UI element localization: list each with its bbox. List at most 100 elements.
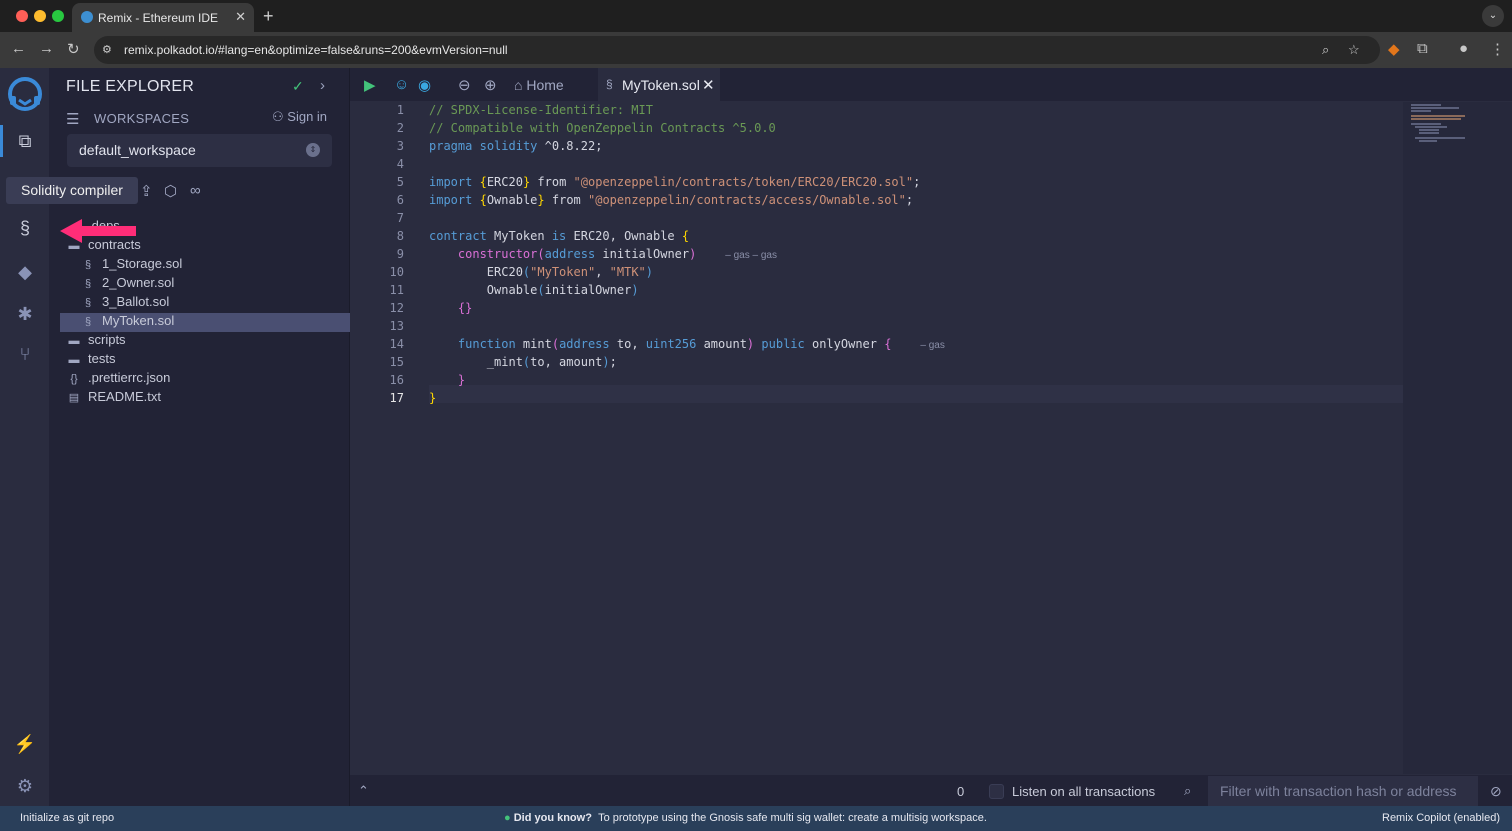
package-icon[interactable]: ⬡ xyxy=(164,182,177,200)
code-line: import {ERC20} from "@openzeppelin/contr… xyxy=(429,175,921,189)
status-bar: Initialize as git repo ● Did you know? T… xyxy=(0,806,1512,831)
code-minimap[interactable] xyxy=(1403,102,1512,774)
minimap-line xyxy=(1411,123,1441,125)
chevron-right-icon[interactable]: › xyxy=(320,77,325,94)
browser-menu-icon[interactable]: ⋮ xyxy=(1490,40,1505,58)
file-tree-item[interactable]: § MyToken.sol xyxy=(60,313,350,332)
close-window-button[interactable] xyxy=(16,10,28,22)
gas-estimate-hint: – gas – gas xyxy=(725,250,777,261)
solidity-file-icon: § xyxy=(84,316,92,328)
maximize-window-button[interactable] xyxy=(52,10,64,22)
sign-in-button[interactable]: ⚇ Sign in xyxy=(272,109,327,125)
deploy-run-icon[interactable]: ◆ xyxy=(13,260,37,284)
close-tab-icon[interactable]: ✕ xyxy=(235,9,246,25)
file-tree-item-label: tests xyxy=(88,351,116,366)
line-number: 13 xyxy=(389,319,404,333)
line-number: 2 xyxy=(396,121,404,135)
code-line: Ownable(initialOwner) xyxy=(429,283,639,297)
minimize-window-button[interactable] xyxy=(34,10,46,22)
clear-terminal-icon[interactable]: ⊘ xyxy=(1490,783,1502,800)
code-line: constructor(address initialOwner) – gas … xyxy=(457,247,777,261)
new-tab-button[interactable]: + xyxy=(263,6,274,27)
browser-tab[interactable]: Remix - Ethereum IDE ✕ xyxy=(72,3,254,32)
code-line: } xyxy=(429,391,437,405)
file-tree-item[interactable]: {} .prettierrc.json xyxy=(60,370,350,389)
workspace-value: default_workspace xyxy=(79,142,196,158)
home-icon: ⌂ xyxy=(514,77,527,93)
code-line: _mint(to, amount); xyxy=(429,355,617,369)
file-tree-item-label: README.txt xyxy=(88,389,161,404)
solidity-file-icon: § xyxy=(84,297,92,309)
file-tree-item-label: 1_Storage.sol xyxy=(102,256,183,271)
address-bar[interactable]: ⚙ remix.polkadot.io/#lang=en&optimize=fa… xyxy=(94,36,1380,64)
file-tree-item[interactable]: § 3_Ballot.sol xyxy=(60,294,350,313)
ai-assistant-robot-icon[interactable]: ☺ xyxy=(394,76,409,93)
tooltip: Solidity compiler xyxy=(6,177,138,204)
file-explorer-icon[interactable]: ⧉ xyxy=(13,129,37,153)
tab-mytoken-sol[interactable]: § MyToken.sol ✕ xyxy=(598,68,720,102)
metamask-extension-icon[interactable]: ◆ xyxy=(1388,40,1400,58)
git-icon[interactable]: ⑂ xyxy=(13,342,37,366)
minimap-line xyxy=(1415,126,1447,128)
minimap-line xyxy=(1411,107,1459,109)
expand-terminal-icon[interactable]: ⌃ xyxy=(358,783,369,799)
line-number: 16 xyxy=(389,373,404,387)
pending-tx-count: 0 xyxy=(957,784,965,799)
file-tree-item[interactable]: § 2_Owner.sol xyxy=(60,275,350,294)
file-tree-item[interactable]: § 1_Storage.sol xyxy=(60,256,350,275)
bookmark-star-icon[interactable]: ☆ xyxy=(1348,42,1360,58)
workspace-select[interactable]: default_workspace ⇕ xyxy=(67,134,332,167)
hamburger-menu-icon[interactable]: ☰ xyxy=(66,110,79,128)
zoom-out-icon[interactable]: ⊖ xyxy=(458,76,471,94)
code-line: ERC20("MyToken", "MTK") xyxy=(429,265,653,279)
listen-all-checkbox[interactable] xyxy=(989,784,1004,799)
solidity-compiler-icon[interactable]: § xyxy=(13,216,37,240)
line-number: 12 xyxy=(389,301,404,315)
tab-search-icon[interactable]: ⌄ xyxy=(1482,5,1504,27)
code-line: {} xyxy=(457,301,473,315)
workspaces-label: WORKSPACES xyxy=(94,111,190,126)
solidity-file-icon: § xyxy=(606,77,613,91)
profile-icon[interactable]: ● xyxy=(1459,40,1468,57)
remix-logo-icon[interactable] xyxy=(5,74,45,114)
debugger-icon[interactable]: ✱ xyxy=(13,302,37,326)
upload-folder-icon[interactable]: ⇪ xyxy=(140,182,153,200)
json-file-icon: {} xyxy=(70,373,78,385)
remix-favicon-icon xyxy=(81,11,93,23)
tab-home[interactable]: ⌂ Home xyxy=(514,77,564,93)
minimap-line xyxy=(1411,118,1461,120)
code-editor[interactable]: 1 2 3 4 5 6 7 8 9 10 11 12 13 14 15 16 17 // SPDX-Licens… xyxy=(350,102,1512,774)
solidity-file-icon: § xyxy=(84,278,92,290)
forward-icon[interactable]: → xyxy=(39,40,54,57)
line-number: 11 xyxy=(389,283,404,297)
link-icon[interactable]: ∞ xyxy=(190,182,201,199)
reload-icon[interactable]: ↻ xyxy=(67,40,80,58)
transaction-filter-input[interactable] xyxy=(1208,776,1478,806)
code-line: // SPDX-License-Identifier: MIT xyxy=(429,103,653,117)
back-icon[interactable]: ← xyxy=(11,40,26,57)
plugin-manager-icon[interactable]: ⚡ xyxy=(13,732,37,756)
settings-gear-icon[interactable]: ⚙ xyxy=(13,774,37,798)
file-tree-item[interactable]: ▤ README.txt xyxy=(60,389,350,408)
search-icon: ⌕ xyxy=(1184,783,1192,798)
file-tree-item-label: scripts xyxy=(88,332,126,347)
toggle-switch-icon[interactable]: ◉ xyxy=(418,76,431,94)
init-git-repo-link[interactable]: Initialize as git repo xyxy=(20,812,114,824)
line-number: 3 xyxy=(396,139,404,153)
zoom-icon[interactable]: ⌕ xyxy=(1322,42,1329,58)
minimap-line xyxy=(1411,104,1441,106)
site-settings-icon[interactable]: ⚙ xyxy=(102,43,112,56)
copilot-status[interactable]: Remix Copilot (enabled) xyxy=(1382,812,1500,824)
line-number: 9 xyxy=(396,247,404,261)
extensions-icon[interactable]: ⧉ xyxy=(1417,40,1428,57)
line-number: 17 xyxy=(389,391,404,405)
file-tree-item[interactable]: ▬ tests xyxy=(60,351,350,370)
file-tree-item[interactable]: ▬ scripts xyxy=(60,332,350,351)
file-tab-label: MyToken.sol xyxy=(622,77,700,93)
zoom-in-icon[interactable]: ⊕ xyxy=(484,76,497,94)
minimap-line xyxy=(1419,140,1437,142)
line-number: 1 xyxy=(396,103,404,117)
close-tab-icon[interactable]: ✕ xyxy=(702,76,715,94)
folder-icon: ▬ xyxy=(68,335,80,347)
run-script-icon[interactable]: ▶ xyxy=(364,76,376,94)
